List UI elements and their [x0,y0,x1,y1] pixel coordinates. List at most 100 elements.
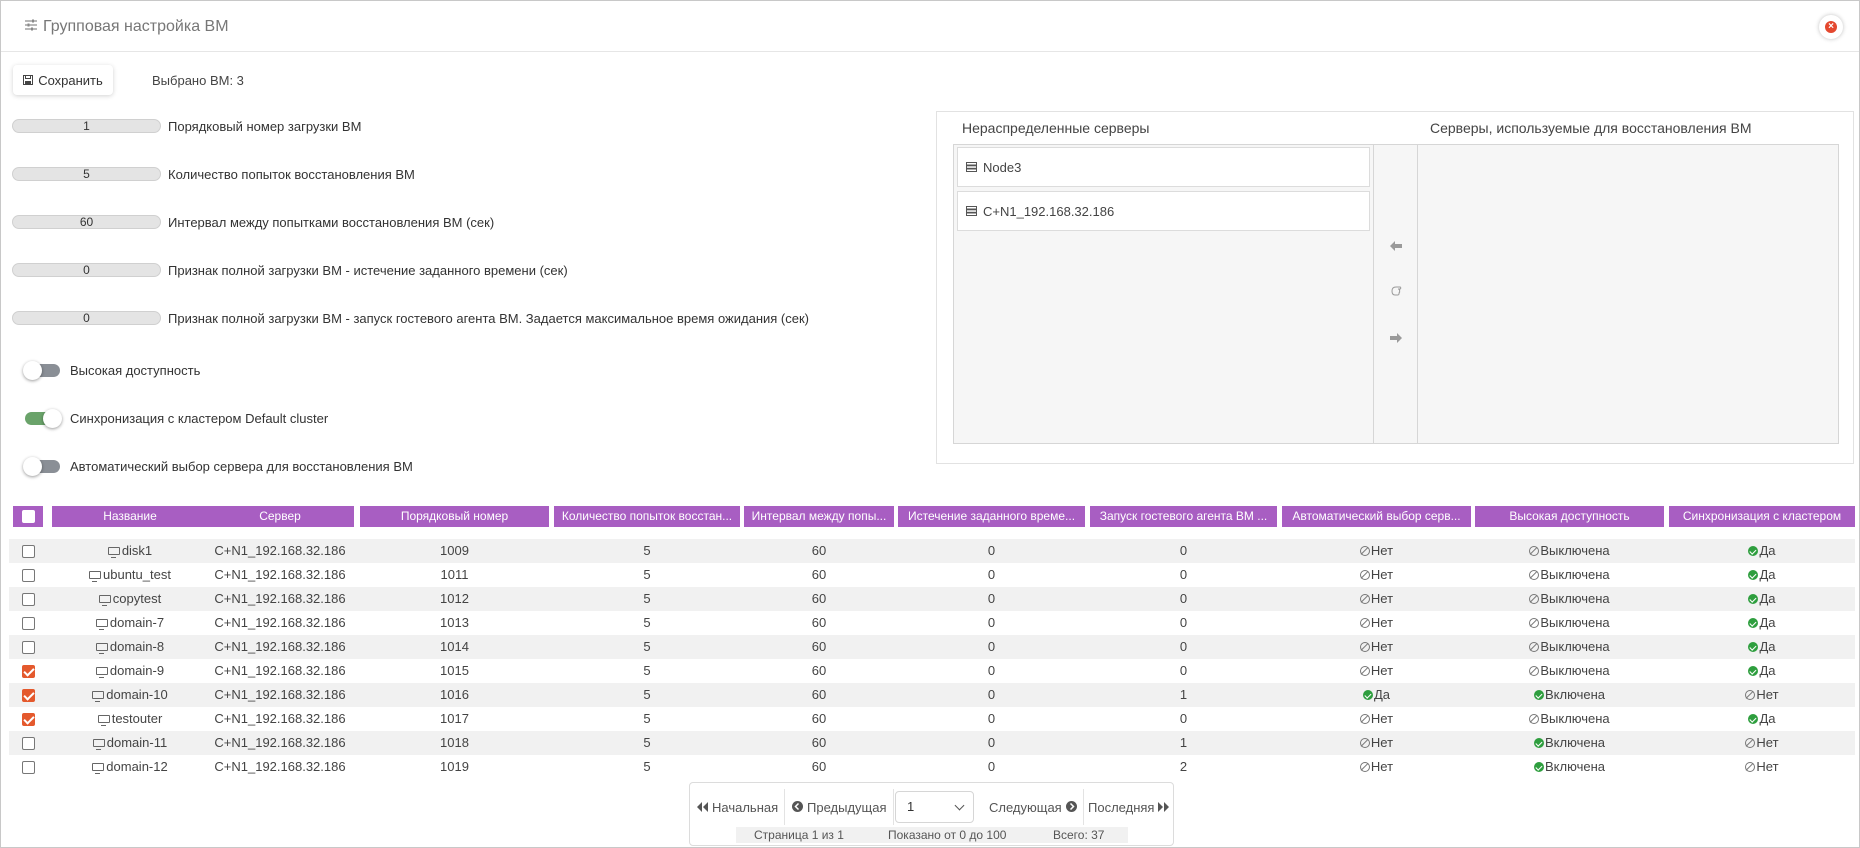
monitor-icon [92,691,105,702]
col-high-availability[interactable]: Высокая доступность [1475,506,1664,527]
first-page-button[interactable]: Начальная [691,789,786,825]
row-checkbox[interactable] [21,569,35,583]
check-circle-icon [1748,642,1759,652]
cell-text: 1017 [440,711,469,726]
col-attempts[interactable]: Количество попыток восстан... [554,506,740,527]
boot-order-input[interactable]: 1 [12,119,161,133]
row-checkbox[interactable] [21,641,35,655]
row-checkbox[interactable] [21,545,35,559]
cell-text: 2 [1179,759,1188,774]
cell-text: 5 [643,615,651,630]
prev-page-button[interactable]: Предыдущая [786,789,894,825]
hand-pointer-icon[interactable] [1388,285,1404,300]
row-checkbox[interactable] [21,689,35,703]
table-row[interactable]: domain-9 C+N1_192.168.32.186 1015 5 60 0 0 Нет В… [9,659,1855,683]
col-guest-agent[interactable]: Запуск гостевого агента ВМ ... [1090,506,1277,527]
cell-text: 0 [987,591,996,606]
cell-name: domain-10 [52,683,208,707]
status-text: Да [1759,615,1776,630]
arrow-left-icon[interactable] [1388,239,1404,254]
restore-interval-input[interactable]: 60 [12,215,161,229]
arrow-right-icon[interactable] [1388,331,1404,346]
last-page-button[interactable]: Последняя [1082,789,1175,825]
select-all-checkbox[interactable] [21,510,35,523]
col-cluster-sync[interactable]: Синхронизация с кластером [1669,506,1855,527]
auto-server-toggle[interactable] [23,457,60,476]
cell-attempts: 5 [554,731,740,755]
cell-text: domain-12 [106,759,168,774]
cell-cluster-sync: Нет [1669,755,1855,779]
next-page-button[interactable]: Следующая [983,789,1084,825]
cell-name: domain-11 [52,731,208,755]
load-timeout-input[interactable]: 0 [12,263,161,277]
cell-name: copytest [52,587,208,611]
cell-text: C+N1_192.168.32.186 [214,687,346,702]
row-checkbox[interactable] [21,713,35,727]
status-text: Выключена [1540,639,1610,654]
table-row[interactable]: domain-7 C+N1_192.168.32.186 1013 5 60 0 0 Нет В… [9,611,1855,635]
guest-agent-timeout-label: Признак полной загрузки ВМ - запуск гост… [168,310,809,326]
col-server[interactable]: Сервер [206,506,354,527]
assigned-servers-list[interactable] [1418,145,1838,443]
pagination: Начальная Предыдущая 1 Следующая Последн… [689,782,1174,846]
high-availability-toggle[interactable] [23,361,60,380]
server-item-cn1[interactable]: C+N1_192.168.32.186 [957,191,1370,231]
shown-info: Показано от 0 до 100 [888,828,1007,842]
cell-cluster-sync: Да [1669,635,1855,659]
col-name[interactable]: Название [52,506,208,527]
cell-text: 5 [643,663,651,678]
cell-order: 1016 [360,683,549,707]
cell-order: 1014 [360,635,549,659]
table-row[interactable]: disk1 C+N1_192.168.32.186 1009 5 60 0 0 Нет Выкл… [9,539,1855,563]
cell-name: domain-9 [52,659,208,683]
status-text: Нет [1370,567,1394,582]
status-text: Выключена [1540,663,1610,678]
table-row[interactable]: copytest C+N1_192.168.32.186 1012 5 60 0 0 Нет В… [9,587,1855,611]
cell-text: 0 [1179,591,1188,606]
row-checkbox[interactable] [21,617,35,631]
restore-attempts-input[interactable]: 5 [12,167,161,181]
ban-icon [1529,570,1540,580]
status-text: Да [1759,567,1776,582]
restore-interval-label: Интервал между попытками восстановления … [168,214,495,230]
cell-text: C+N1_192.168.32.186 [214,663,346,678]
ban-icon [1359,762,1370,772]
cell-attempts: 5 [554,755,740,779]
high-availability-label: Высокая доступность [70,363,201,378]
col-auto-server[interactable]: Автоматический выбор серв... [1282,506,1471,527]
col-timeout[interactable]: Истечение заданного време... [898,506,1085,527]
table-row[interactable]: ubuntu_test C+N1_192.168.32.186 1011 5 60 0 0 Н… [9,563,1855,587]
cell-text: 60 [811,591,827,606]
table-row[interactable]: testouter C+N1_192.168.32.186 1017 5 60 0 0 Нет… [9,707,1855,731]
cell-order: 1015 [360,659,549,683]
check-circle-icon [1534,690,1545,700]
cell-order: 1009 [360,539,549,563]
guest-agent-timeout-input[interactable]: 0 [12,311,161,325]
cell-text: 60 [811,711,827,726]
cluster-sync-toggle[interactable] [25,409,62,428]
table-row[interactable]: domain-8 C+N1_192.168.32.186 1014 5 60 0 0 Нет В… [9,635,1855,659]
cell-high-availability: Включена [1475,755,1664,779]
page-select[interactable]: 1 [895,791,974,823]
row-checkbox[interactable] [21,593,35,607]
cell-text: 0 [987,759,996,774]
cell-text: 0 [1179,711,1188,726]
cell-text: C+N1_192.168.32.186 [214,615,346,630]
cell-attempts: 5 [554,611,740,635]
table-row[interactable]: domain-11 C+N1_192.168.32.186 1018 5 60 0 1 Нет… [9,731,1855,755]
cell-attempts: 5 [554,683,740,707]
save-button[interactable]: Сохранить [13,65,113,95]
server-item-node3[interactable]: Node3 [957,147,1370,187]
row-checkbox[interactable] [21,761,35,775]
table-row[interactable]: domain-10 C+N1_192.168.32.186 1016 5 60 0 1 Да В… [9,683,1855,707]
col-order[interactable]: Порядковый номер [360,506,549,527]
col-interval[interactable]: Интервал между попы... [744,506,894,527]
cell-guest-agent: 0 [1090,563,1277,587]
close-button[interactable]: × [1819,15,1843,39]
restore-attempts-label: Количество попыток восстановления ВМ [168,166,415,182]
table-row[interactable]: domain-12 C+N1_192.168.32.186 1019 5 60 0 2 Нет… [9,755,1855,779]
cell-text: 0 [1179,615,1188,630]
cell-select [13,587,43,611]
row-checkbox[interactable] [21,737,35,751]
row-checkbox[interactable] [21,665,35,679]
